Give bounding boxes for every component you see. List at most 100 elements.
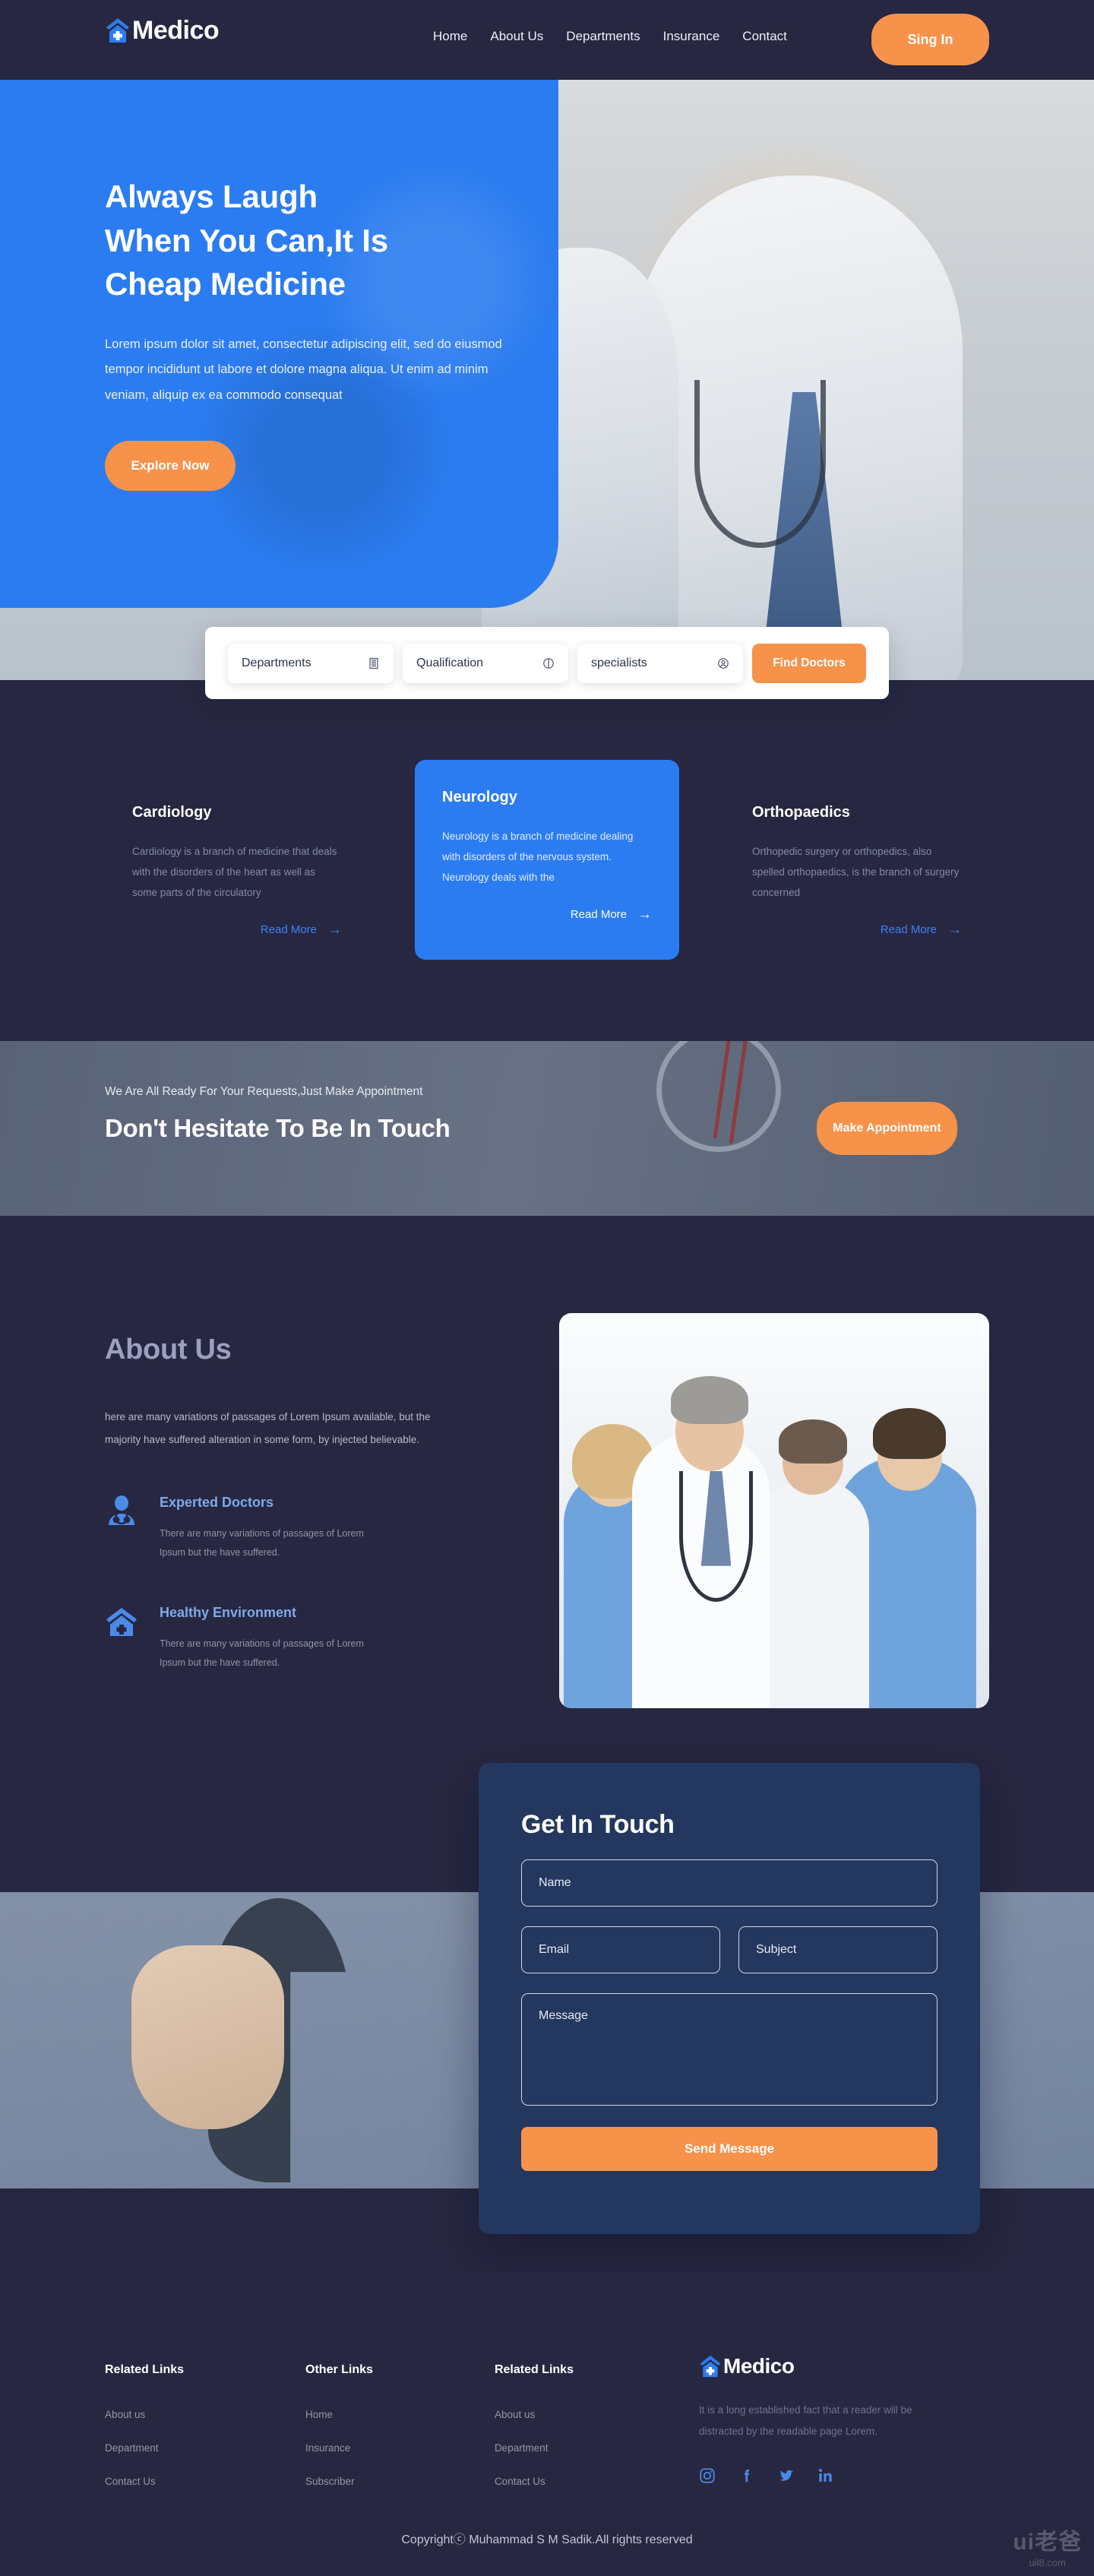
footer-column-heading: Related Links [105,2363,185,2376]
get-in-touch-form: Get In Touch Send Message [479,1763,980,2234]
hero-title-line-2: When You Can,It Is [105,222,388,258]
twitter-icon[interactable] [778,2467,795,2484]
cta-title: Don't Hesitate To Be In Touch [105,1114,451,1142]
departments-grid: Cardiology Cardiology is a branch of med… [105,760,989,960]
building-icon [368,657,380,669]
site-header: Medico Home About Us Departments Insuran… [0,0,1094,80]
footer-column-heading: Other Links [305,2363,373,2376]
read-more-label: Read More [260,923,317,936]
brand-name: Medico [132,16,220,45]
cta-kicker: We Are All Ready For Your Requests,Just … [105,1085,423,1098]
linkedin-icon[interactable] [817,2467,834,2484]
footer-column-related-links-2: Related Links About us Department Contac… [495,2363,574,2509]
name-input[interactable] [521,1859,937,1907]
read-more-link[interactable]: Read More → [752,922,962,937]
arrow-right-icon: → [327,922,342,938]
subject-input[interactable] [738,1926,937,1973]
footer-link[interactable]: Insurance [305,2442,373,2454]
department-card-text: Neurology is a branch of medicine dealin… [442,831,634,883]
contact-section: Get In Touch Send Message [0,1763,1094,2272]
footer-link[interactable]: Home [305,2409,373,2420]
read-more-label: Read More [880,923,937,936]
main-nav: Home About Us Departments Insurance Cont… [433,29,787,44]
instagram-icon[interactable] [699,2467,716,2484]
send-message-button[interactable]: Send Message [521,2127,937,2171]
arrow-right-icon: → [947,922,962,938]
hero-blue-panel: Always Laugh When You Can,It Is Cheap Me… [0,80,558,608]
brand-logo[interactable]: Medico [105,16,220,45]
footer-brand-logo[interactable]: Medico [699,2354,972,2378]
about-feature-experted-doctors: Experted Doctors There are many variatio… [105,1495,515,1562]
certificate-icon [542,657,555,669]
find-doctors-button[interactable]: Find Doctors [752,643,866,683]
footer-social-links [699,2467,972,2484]
about-title: About Us [105,1334,232,1366]
sign-in-button[interactable]: Sing In [871,14,989,65]
footer-column-other-links: Other Links Home Insurance Subscriber [305,2363,373,2509]
footer-column-related-links-1: Related Links About us Department Contac… [105,2363,184,2509]
departments-section: Cardiology Cardiology is a branch of med… [0,760,1094,1041]
department-card-title: Orthopaedics [752,804,850,821]
footer-link[interactable]: Department [495,2442,574,2454]
search-field-specialists-label: specialists [591,656,647,669]
hospital-home-icon [105,17,131,44]
read-more-link[interactable]: Read More → [132,922,342,937]
search-field-qualification[interactable]: Qualification [403,643,568,683]
footer-brand-block: Medico It is a long established fact tha… [699,2354,972,2484]
email-input[interactable] [521,1926,720,1973]
department-card-cardiology[interactable]: Cardiology Cardiology is a branch of med… [105,760,369,960]
form-title: Get In Touch [521,1810,675,1839]
department-card-title: Neurology [442,789,517,805]
nav-item-insurance[interactable]: Insurance [663,29,720,44]
search-field-departments[interactable]: Departments [228,643,394,683]
read-more-link[interactable]: Read More → [442,907,652,922]
user-circle-icon [717,657,729,669]
search-field-specialists[interactable]: specialists [577,643,743,683]
message-textarea[interactable] [521,1993,937,2106]
department-card-title: Cardiology [132,804,212,821]
watermark-sub: uil8.com [1029,2557,1066,2568]
nav-item-departments[interactable]: Departments [566,29,640,44]
landing-page: Medico Home About Us Departments Insuran… [0,0,1094,2576]
site-footer: Related Links About us Department Contac… [0,2272,1094,2576]
search-field-qualification-label: Qualification [416,656,484,669]
about-team-photo [559,1313,989,1708]
nav-item-home[interactable]: Home [433,29,467,44]
footer-description: It is a long established fact that a rea… [699,2404,912,2438]
doctor-stethoscope-icon [105,1495,138,1528]
make-appointment-button[interactable]: Make Appointment [817,1102,957,1155]
hero-title: Always Laugh When You Can,It Is Cheap Me… [105,175,500,306]
about-feature-healthy-environment: Healthy Environment There are many varia… [105,1605,515,1673]
facebook-icon[interactable] [738,2467,755,2484]
hero-title-line-3: Cheap Medicine [105,266,346,302]
footer-link[interactable]: About us [495,2409,574,2420]
footer-link[interactable]: About us [105,2409,184,2420]
about-feature-text: There are many variations of passages of… [160,1527,364,1558]
nav-item-about-us[interactable]: About Us [490,29,543,44]
hero-section: Always Laugh When You Can,It Is Cheap Me… [0,80,1094,680]
about-feature-title: Healthy Environment [160,1604,297,1620]
hero-title-line-1: Always Laugh [105,179,318,214]
hero-paragraph: Lorem ipsum dolor sit amet, consectetur … [105,337,502,403]
department-card-text: Orthopedic surgery or orthopedics, also … [752,846,960,898]
hospital-home-icon [105,1605,138,1638]
footer-link[interactable]: Department [105,2442,184,2454]
footer-link[interactable]: Contact Us [495,2476,574,2487]
hero-photo-stethoscope [694,380,827,549]
department-card-orthopaedics[interactable]: Orthopaedics Orthopedic surgery or ortho… [725,760,989,960]
nav-item-contact[interactable]: Contact [742,29,787,44]
footer-column-heading: Related Links [494,2363,574,2376]
explore-now-button[interactable]: Explore Now [105,441,236,492]
hospital-home-icon [699,2354,722,2378]
footer-link[interactable]: Contact Us [105,2476,184,2487]
arrow-right-icon: → [637,907,652,922]
about-paragraph: here are many variations of passages of … [105,1411,431,1446]
footer-brand-name: Medico [723,2354,795,2378]
doctor-search-bar: Departments Qualification specialists Fi… [205,627,889,699]
search-field-departments-label: Departments [242,656,311,669]
department-card-text: Cardiology is a branch of medicine that … [132,846,337,898]
about-feature-title: Experted Doctors [160,1494,274,1510]
read-more-label: Read More [570,908,627,921]
footer-link[interactable]: Subscriber [305,2476,373,2487]
department-card-neurology[interactable]: Neurology Neurology is a branch of medic… [415,760,679,960]
